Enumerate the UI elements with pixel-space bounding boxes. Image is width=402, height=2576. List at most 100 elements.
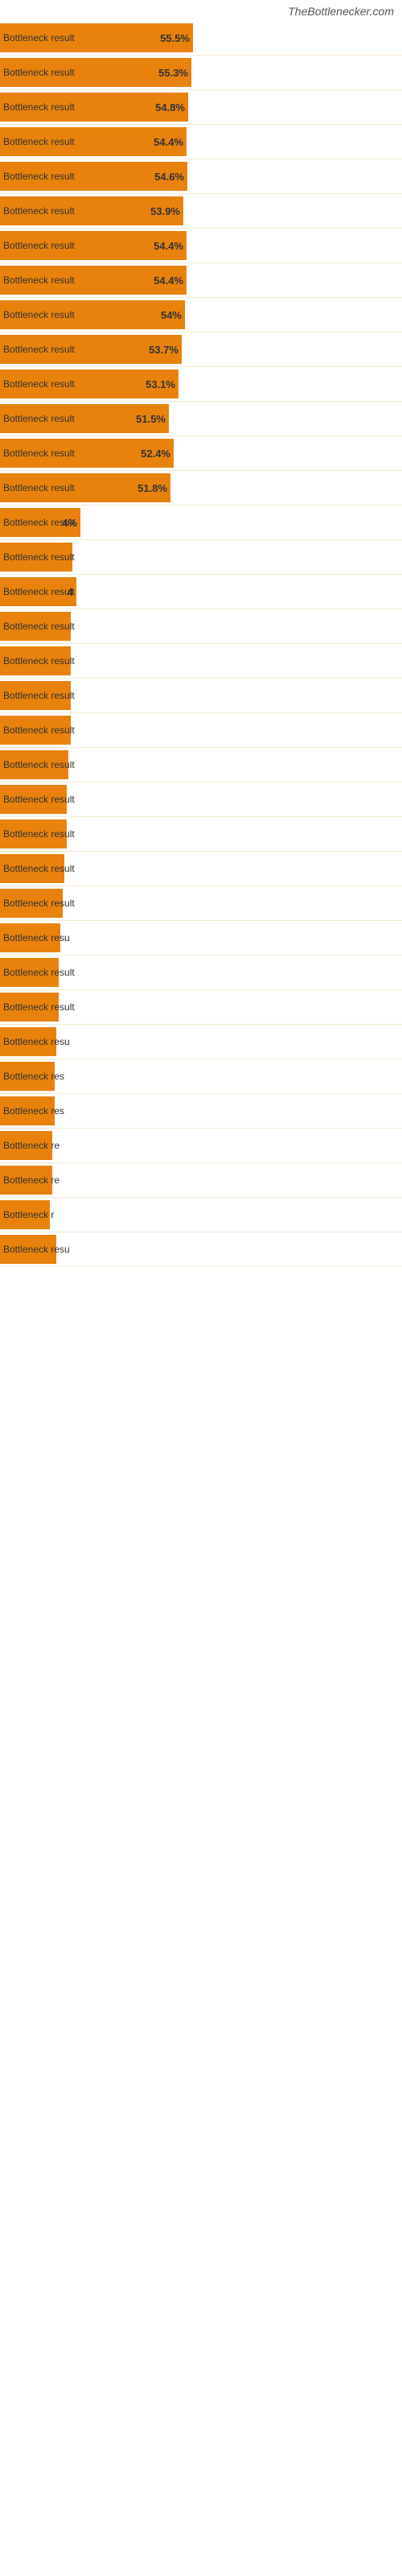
bar-fill: Bottleneck result 51.5% [0, 404, 169, 433]
bar-row-7: Bottleneck result 54.4% [0, 263, 402, 298]
bar-row-5: Bottleneck result 53.9% [0, 194, 402, 229]
bar-label: Bottleneck result [3, 275, 75, 286]
bar-label: Bottleneck result [3, 101, 75, 113]
bar-label: Bottleneck resu [3, 1244, 70, 1255]
bar-row-30: Bottleneck res [0, 1059, 402, 1094]
bar-fill: Bottleneck result [0, 889, 63, 918]
bar-value: 54% [161, 309, 182, 321]
bar-value: 54.4% [154, 275, 183, 287]
bar-value: 53.9% [150, 205, 180, 217]
bar-row-29: Bottleneck resu [0, 1025, 402, 1059]
bar-row-11: Bottleneck result 51.5% [0, 402, 402, 436]
bar-row-9: Bottleneck result 53.7% [0, 332, 402, 367]
bar-fill: Bottleneck result [0, 543, 72, 572]
bar-fill: Bottleneck res [0, 1096, 55, 1125]
bar-fill: Bottleneck result 54% [0, 300, 185, 329]
bar-value: 55.3% [158, 67, 188, 79]
bar-label: Bottleneck result [3, 136, 75, 147]
bar-row-20: Bottleneck result [0, 713, 402, 748]
bar-value: 54.6% [154, 171, 184, 183]
bar-fill: Bottleneck res [0, 1062, 55, 1091]
bar-fill: Bottleneck result [0, 750, 68, 779]
bar-value: 51.5% [136, 413, 166, 425]
bar-fill: Bottleneck re [0, 1166, 52, 1195]
bar-row-21: Bottleneck result [0, 748, 402, 782]
bar-row-32: Bottleneck re [0, 1129, 402, 1163]
bar-row-3: Bottleneck result 54.4% [0, 125, 402, 159]
bar-label: Bottleneck result [3, 967, 75, 978]
bar-row-15: Bottleneck result [0, 540, 402, 575]
header: TheBottlenecker.com [0, 0, 402, 21]
bar-fill: Bottleneck r [0, 1200, 50, 1229]
bar-label: Bottleneck result [3, 863, 75, 874]
bar-fill: Bottleneck result [0, 681, 71, 710]
bar-row-16: Bottleneck result4 [0, 575, 402, 609]
bar-row-27: Bottleneck result [0, 956, 402, 990]
bar-label: Bottleneck result [3, 413, 75, 424]
bar-fill: Bottleneck re [0, 1131, 52, 1160]
bar-label: Bottleneck result [3, 309, 75, 320]
bar-fill: Bottleneck result51.8% [0, 473, 170, 502]
bar-row-14: Bottleneck result4% [0, 506, 402, 540]
bar-fill: Bottleneck result [0, 612, 71, 641]
bar-value: 53.7% [149, 344, 178, 356]
bar-fill: Bottleneck result [0, 819, 67, 848]
bar-fill: Bottleneck result 53.7% [0, 335, 182, 364]
bar-fill: Bottleneck result4 [0, 577, 76, 606]
bar-fill: Bottleneck result4% [0, 508, 80, 537]
bar-label: Bottleneck result [3, 344, 75, 355]
bar-fill: Bottleneck result [0, 646, 71, 675]
bar-row-24: Bottleneck result [0, 852, 402, 886]
bar-row-34: Bottleneck r [0, 1198, 402, 1232]
bar-row-26: Bottleneck resu [0, 921, 402, 956]
bar-label: Bottleneck resu [3, 932, 70, 943]
bar-row-4: Bottleneck result 54.6% [0, 159, 402, 194]
site-title: TheBottlenecker.com [0, 0, 402, 21]
bar-label: Bottleneck result [3, 690, 75, 701]
bar-value: 54.4% [154, 240, 183, 252]
bar-label: Bottleneck result [3, 898, 75, 909]
bar-label: Bottleneck result [3, 759, 75, 770]
bar-row-0: Bottleneck result 55.5% [0, 21, 402, 56]
bar-row-25: Bottleneck result [0, 886, 402, 921]
bar-row-13: Bottleneck result51.8% [0, 471, 402, 506]
bar-fill: Bottleneck resu [0, 1027, 56, 1056]
bar-fill: Bottleneck result 54.6% [0, 162, 187, 191]
bar-label: Bottleneck result [3, 794, 75, 805]
bar-label: Bottleneck result [3, 655, 75, 667]
bar-label: Bottleneck resu [3, 1036, 70, 1047]
bar-label: Bottleneck result [3, 448, 75, 459]
bar-row-2: Bottleneck result 54.8% [0, 90, 402, 125]
bar-label: Bottleneck result [3, 32, 75, 43]
bar-label: Bottleneck result [3, 205, 75, 217]
bar-value: 55.5% [160, 32, 190, 44]
bar-label: Bottleneck result [3, 551, 75, 563]
bar-fill: Bottleneck result 54.4% [0, 127, 187, 156]
bar-fill: Bottleneck result 55.5% [0, 23, 193, 52]
bar-fill: Bottleneck result [0, 993, 59, 1022]
bar-value: 54.4% [154, 136, 183, 148]
bar-fill: Bottleneck result [0, 854, 64, 883]
bar-label: Bottleneck result [3, 586, 75, 597]
bar-label: Bottleneck result [3, 378, 75, 390]
bar-label: Bottleneck result [3, 828, 75, 840]
bar-fill: Bottleneck result [0, 785, 67, 814]
bar-fill: Bottleneck result 54.4% [0, 266, 187, 295]
bar-value: 54.8% [155, 101, 185, 114]
bar-row-28: Bottleneck result [0, 990, 402, 1025]
bars-container: Bottleneck result55.5%Bottleneck result5… [0, 21, 402, 1267]
bar-row-19: Bottleneck result [0, 679, 402, 713]
bar-label: Bottleneck result [3, 1001, 75, 1013]
bar-fill: Bottleneck result52.4% [0, 439, 174, 468]
bar-label: Bottleneck result [3, 724, 75, 736]
bar-label: Bottleneck res [3, 1105, 64, 1117]
bar-row-8: Bottleneck result 54% [0, 298, 402, 332]
bar-fill: Bottleneck result55.3% [0, 58, 191, 87]
bar-row-23: Bottleneck result [0, 817, 402, 852]
bar-label: Bottleneck res [3, 1071, 64, 1082]
bar-fill: Bottleneck result 54.8% [0, 93, 188, 122]
bar-label: Bottleneck result [3, 171, 75, 182]
bar-label: Bottleneck result [3, 517, 75, 528]
bar-fill: Bottleneck result54.4% [0, 231, 187, 260]
bar-row-35: Bottleneck resu [0, 1232, 402, 1267]
